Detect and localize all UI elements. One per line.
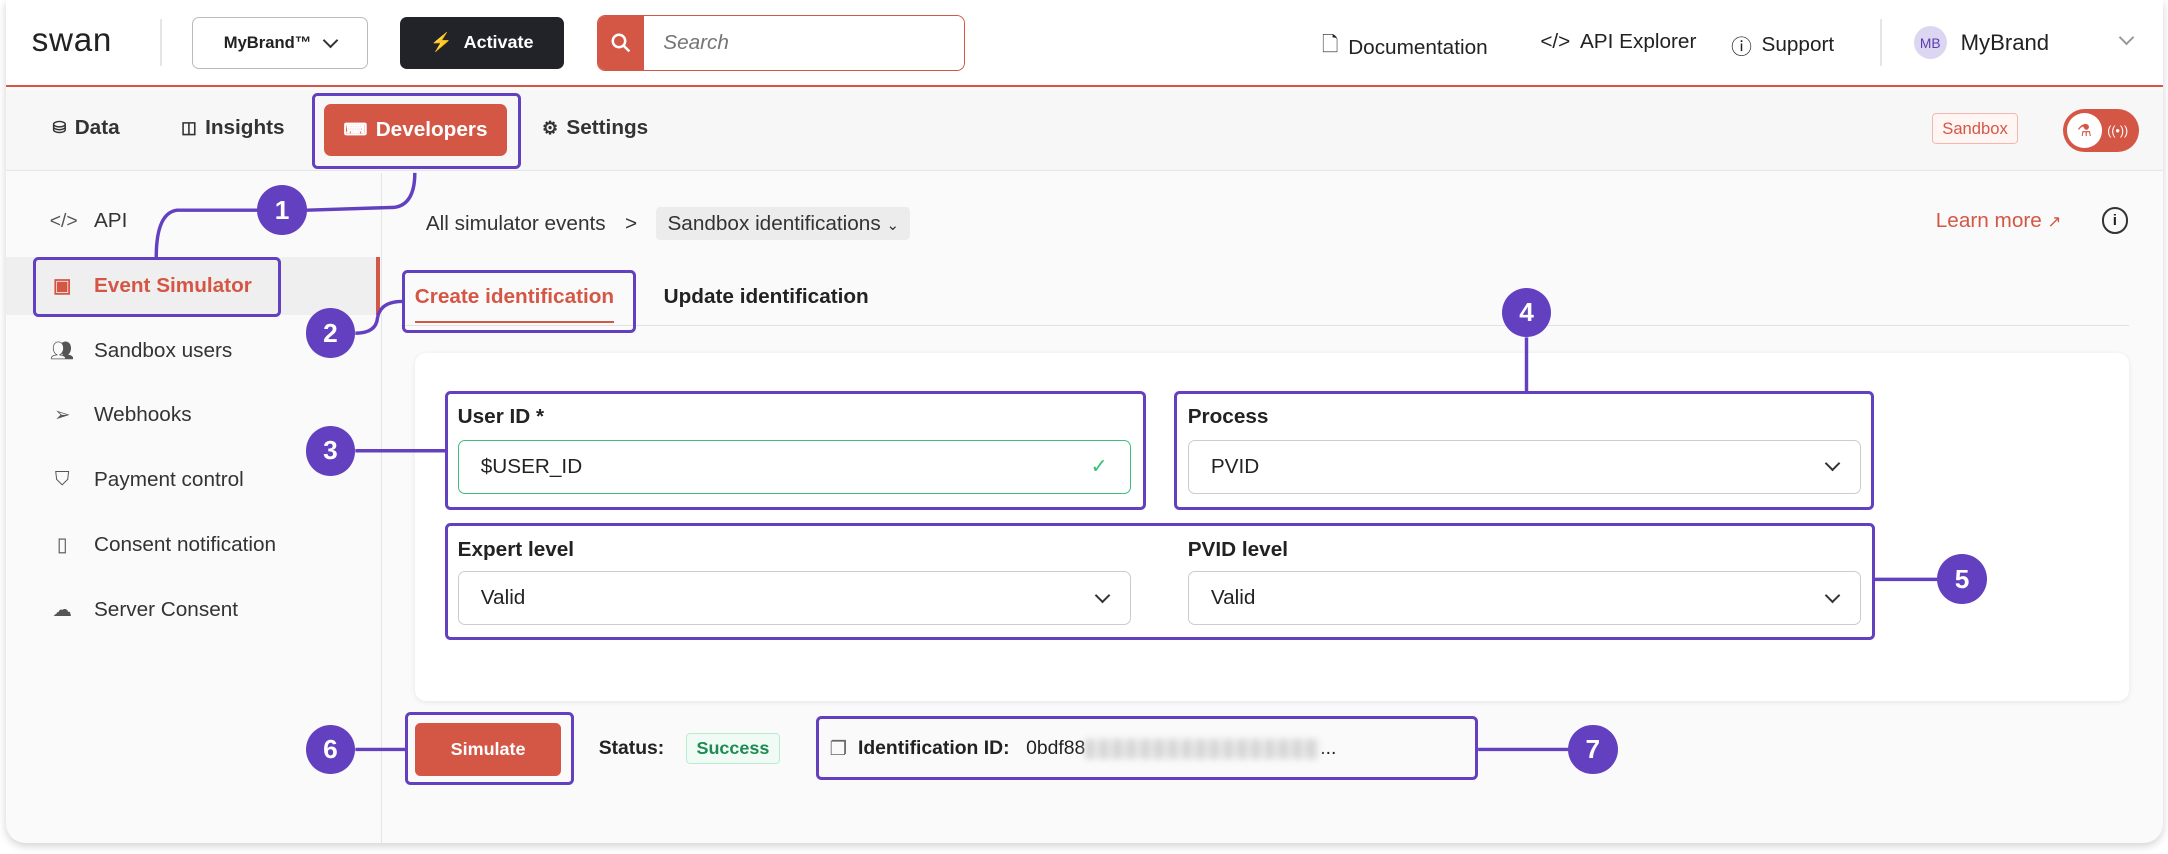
annotation-box-1 (312, 92, 522, 169)
annotation-box-5 (445, 522, 1875, 641)
annotation-box-7 (815, 716, 1479, 780)
connector-2 (355, 299, 403, 335)
connector-1 (306, 172, 417, 212)
annotation-box-4 (1173, 391, 1874, 511)
annotation-box-3 (445, 391, 1147, 511)
connector-1b (154, 208, 258, 258)
annotation-marker-3: 3 (305, 425, 356, 476)
annotation-box-1b (33, 257, 281, 317)
annotation-box-6 (405, 712, 574, 786)
annotation-marker-7: 7 (1567, 724, 1618, 775)
annotation-box-2 (402, 269, 637, 334)
annotation-marker-5: 5 (1937, 554, 1987, 605)
annotation-marker-1: 1 (257, 185, 307, 236)
annotation-marker-2: 2 (305, 308, 356, 359)
